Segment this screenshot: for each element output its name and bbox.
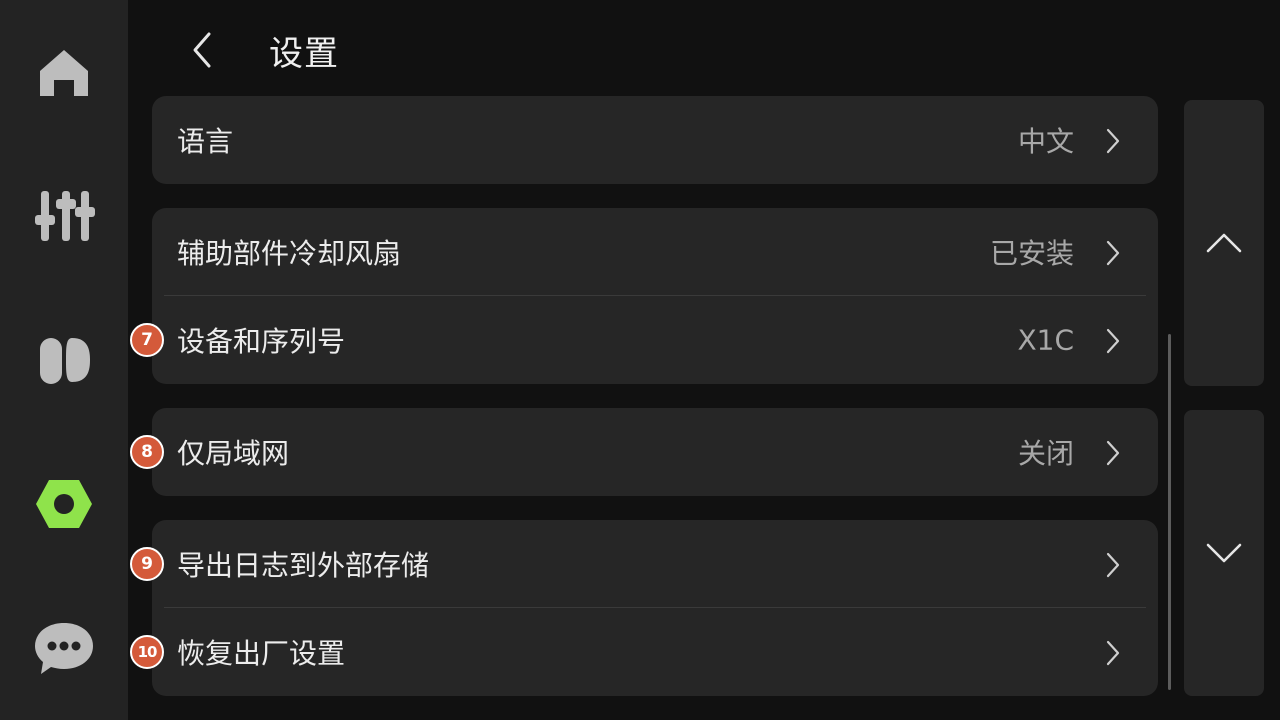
setting-row-factory-reset[interactable]: 10 恢复出厂设置 (130, 608, 1158, 696)
chevron-right-icon (1106, 240, 1120, 266)
chevron-left-icon (193, 32, 211, 68)
setting-label: 语言 (177, 125, 234, 158)
chevron-down-icon (1206, 543, 1242, 563)
settings-card-network: 8 仅局域网 关闭 (130, 408, 1158, 496)
chevron-right-icon (1106, 640, 1120, 666)
scroll-down-button[interactable] (1184, 410, 1264, 696)
chevron-right-icon (1106, 552, 1120, 578)
setting-row-lan-only[interactable]: 8 仅局域网 关闭 (130, 408, 1158, 496)
setting-value: 已安装 (989, 237, 1074, 270)
setting-value: X1C (1017, 323, 1074, 357)
back-button[interactable] (178, 24, 226, 76)
setting-label: 恢复出厂设置 (177, 637, 346, 670)
header: 设置 (128, 0, 1280, 100)
annotation-badge: 8 (130, 435, 164, 469)
chevron-right-icon (1106, 328, 1120, 354)
chat-bubble-icon (35, 623, 93, 674)
settings-card-hardware: 辅助部件冷却风扇 已安装 7 设备和序列号 X1C (130, 208, 1158, 384)
setting-row-language[interactable]: 语言 中文 (152, 96, 1158, 184)
setting-row-aux-fan[interactable]: 辅助部件冷却风扇 已安装 (152, 208, 1158, 296)
setting-label: 设备和序列号 (177, 325, 346, 358)
filament-icon (40, 338, 90, 384)
settings-nut-icon (36, 480, 92, 528)
chevron-right-icon (1106, 440, 1120, 466)
annotation-badge: 10 (130, 635, 164, 669)
setting-value: 关闭 (1017, 437, 1074, 470)
setting-label: 辅助部件冷却风扇 (177, 237, 402, 270)
setting-row-device[interactable]: 7 设备和序列号 X1C (130, 296, 1158, 384)
home-icon (40, 50, 88, 96)
chevron-right-icon (1106, 128, 1120, 154)
setting-row-export-logs[interactable]: 9 导出日志到外部存储 (130, 520, 1158, 608)
nav-home[interactable] (24, 36, 104, 108)
settings-card-language: 语言 中文 (152, 96, 1158, 184)
setting-value: 中文 (1017, 125, 1074, 158)
page-title: 设置 (269, 34, 339, 74)
setting-label: 导出日志到外部存储 (177, 549, 430, 582)
nav-controls[interactable] (24, 180, 104, 252)
chevron-up-icon (1206, 233, 1242, 253)
annotation-badge: 7 (130, 323, 164, 357)
setting-label: 仅局域网 (177, 437, 290, 470)
sidebar-nav (0, 0, 128, 720)
scrollbar[interactable] (1168, 334, 1171, 690)
annotation-badge: 9 (130, 547, 164, 581)
nav-settings[interactable] (24, 468, 104, 540)
nav-filament[interactable] (24, 324, 104, 396)
settings-card-maintenance: 9 导出日志到外部存储 10 恢复出厂设置 (130, 520, 1158, 696)
control-sliders-icon (35, 191, 95, 241)
nav-messages[interactable] (24, 612, 104, 684)
scroll-up-button[interactable] (1184, 100, 1264, 386)
